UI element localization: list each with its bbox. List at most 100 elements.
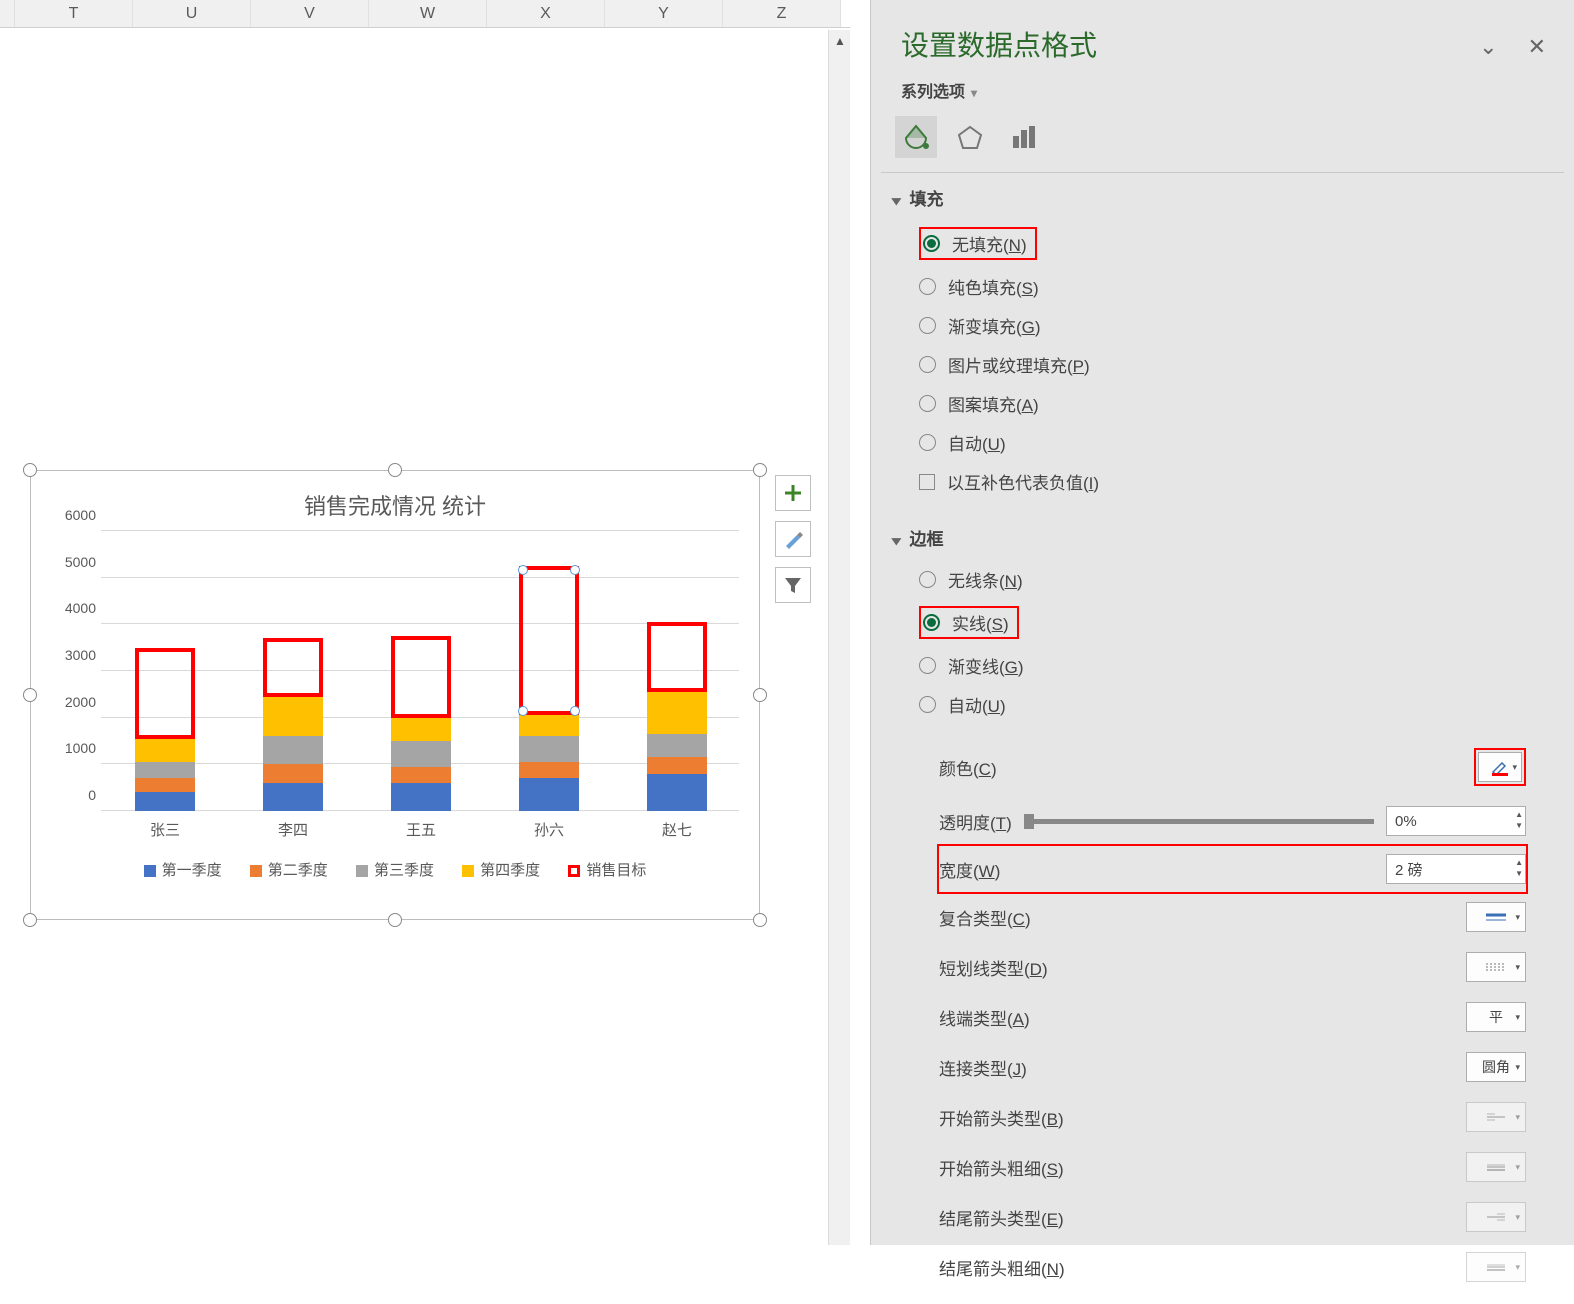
fill-picture-radio[interactable]: 图片或纹理填充(P): [919, 345, 1552, 384]
join-type-dropdown[interactable]: 圆角: [1466, 1052, 1526, 1082]
fill-pattern-radio[interactable]: 图案填充(A): [919, 384, 1552, 423]
arrow-begin-type-dropdown[interactable]: [1466, 1102, 1526, 1132]
transparency-label: 透明度(T): [939, 809, 1024, 834]
width-input[interactable]: 2 磅▲▼: [1386, 854, 1526, 884]
series-options-tab[interactable]: [1003, 116, 1045, 158]
x-axis-labels: 张三李四王五孙六赵七: [101, 819, 739, 843]
panel-title: 设置数据点格式: [901, 24, 1544, 64]
arrow-end-type-dropdown[interactable]: [1466, 1202, 1526, 1232]
series-options-dropdown[interactable]: 系列选项: [871, 72, 1574, 116]
bar-group[interactable]: [263, 697, 323, 811]
join-label: 连接类型(J): [939, 1055, 1466, 1080]
compound-label: 复合类型(C): [939, 905, 1466, 930]
y-tick: 2000: [65, 694, 96, 710]
resize-handle[interactable]: [388, 463, 402, 477]
close-panel-icon[interactable]: ✕: [1528, 34, 1546, 60]
arrow-begin-type-label: 开始箭头类型(B): [939, 1105, 1466, 1130]
border-auto-radio[interactable]: 自动(U): [919, 685, 1552, 724]
border-solid-radio[interactable]: 实线(S): [919, 599, 1552, 646]
legend-item[interactable]: 第二季度: [250, 859, 328, 880]
scroll-up-icon[interactable]: ▲: [829, 30, 851, 52]
x-axis-label: 王五: [406, 819, 436, 840]
target-outline[interactable]: [519, 566, 579, 715]
invert-negative-checkbox[interactable]: 以互补色代表负值(I): [919, 462, 1552, 501]
legend-item[interactable]: 第一季度: [144, 859, 222, 880]
compound-type-dropdown[interactable]: [1466, 902, 1526, 932]
datapoint-handle[interactable]: [570, 565, 580, 575]
target-outline[interactable]: [391, 636, 451, 718]
target-outline[interactable]: [135, 648, 195, 739]
border-section-header[interactable]: 边框: [893, 525, 1552, 550]
bar-group[interactable]: [135, 739, 195, 811]
bar-group[interactable]: [519, 715, 579, 811]
column-headers: T U V W X Y Z: [0, 0, 850, 28]
width-label: 宽度(W): [939, 857, 1386, 882]
effects-tab[interactable]: [949, 116, 991, 158]
border-color-picker[interactable]: [1478, 752, 1522, 782]
fill-section-header[interactable]: 填充: [893, 185, 1552, 210]
transparency-input[interactable]: 0%▲▼: [1386, 806, 1526, 836]
chart-styles-button[interactable]: [775, 521, 811, 557]
datapoint-handle[interactable]: [518, 565, 528, 575]
y-tick: 4000: [65, 600, 96, 616]
x-axis-label: 赵七: [662, 819, 692, 840]
datapoint-handle[interactable]: [518, 706, 528, 716]
legend-item[interactable]: 销售目标: [568, 859, 646, 880]
resize-handle[interactable]: [388, 913, 402, 927]
y-tick: 0: [88, 787, 96, 803]
y-tick: 6000: [65, 507, 96, 523]
chart-object[interactable]: 销售完成情况 统计 0 1000 2000 3000 4000 5000 600…: [30, 470, 760, 920]
y-tick: 5000: [65, 554, 96, 570]
format-data-point-panel: 设置数据点格式 ⌄ ✕ 系列选项 填充 无填充(N) 纯色填充(S) 渐变填充(…: [870, 0, 1574, 1245]
x-axis-label: 孙六: [534, 819, 564, 840]
col-header-blank: [0, 0, 15, 27]
chart-title[interactable]: 销售完成情况 统计: [31, 471, 759, 531]
target-outline[interactable]: [263, 638, 323, 696]
col-header[interactable]: Y: [605, 0, 723, 27]
target-outline[interactable]: [647, 622, 707, 692]
transparency-slider[interactable]: [1024, 819, 1374, 824]
collapse-panel-icon[interactable]: ⌄: [1479, 34, 1497, 60]
resize-handle[interactable]: [753, 688, 767, 702]
fill-none-radio[interactable]: 无填充(N): [919, 220, 1552, 267]
fill-solid-radio[interactable]: 纯色填充(S): [919, 267, 1552, 306]
plot-area[interactable]: 0 1000 2000 3000 4000 5000 6000: [101, 531, 739, 811]
legend-item[interactable]: 第三季度: [356, 859, 434, 880]
y-axis: 0 1000 2000 3000 4000 5000 6000: [46, 531, 96, 811]
border-gradient-radio[interactable]: 渐变线(G): [919, 646, 1552, 685]
datapoint-handle[interactable]: [570, 706, 580, 716]
resize-handle[interactable]: [753, 913, 767, 927]
fill-gradient-radio[interactable]: 渐变填充(G): [919, 306, 1552, 345]
fill-line-tab[interactable]: [895, 116, 937, 158]
col-header[interactable]: V: [251, 0, 369, 27]
y-tick: 3000: [65, 647, 96, 663]
cap-type-dropdown[interactable]: 平: [1466, 1002, 1526, 1032]
fill-auto-radio[interactable]: 自动(U): [919, 423, 1552, 462]
bars-layer: [101, 531, 739, 811]
col-header[interactable]: W: [369, 0, 487, 27]
chart-legend[interactable]: 第一季度 第二季度 第三季度 第四季度 销售目标: [31, 859, 759, 880]
bar-group[interactable]: [391, 718, 451, 811]
arrow-end-size-label: 结尾箭头粗细(N): [939, 1255, 1466, 1280]
chart-elements-button[interactable]: [775, 475, 811, 511]
y-tick: 1000: [65, 740, 96, 756]
chart-filter-button[interactable]: [775, 567, 811, 603]
dash-label: 短划线类型(D): [939, 955, 1466, 980]
arrow-end-type-label: 结尾箭头类型(E): [939, 1205, 1466, 1230]
color-label: 颜色(C): [939, 755, 1474, 780]
dash-type-dropdown[interactable]: [1466, 952, 1526, 982]
arrow-begin-size-dropdown[interactable]: [1466, 1152, 1526, 1182]
resize-handle[interactable]: [23, 913, 37, 927]
arrow-end-size-dropdown[interactable]: [1466, 1252, 1526, 1282]
col-header[interactable]: X: [487, 0, 605, 27]
col-header[interactable]: T: [15, 0, 133, 27]
border-none-radio[interactable]: 无线条(N): [919, 560, 1552, 599]
col-header[interactable]: Z: [723, 0, 841, 27]
legend-item[interactable]: 第四季度: [462, 859, 540, 880]
resize-handle[interactable]: [23, 463, 37, 477]
col-header[interactable]: U: [133, 0, 251, 27]
resize-handle[interactable]: [23, 688, 37, 702]
vertical-scrollbar[interactable]: ▲: [828, 30, 850, 1245]
resize-handle[interactable]: [753, 463, 767, 477]
bar-group[interactable]: [647, 692, 707, 811]
